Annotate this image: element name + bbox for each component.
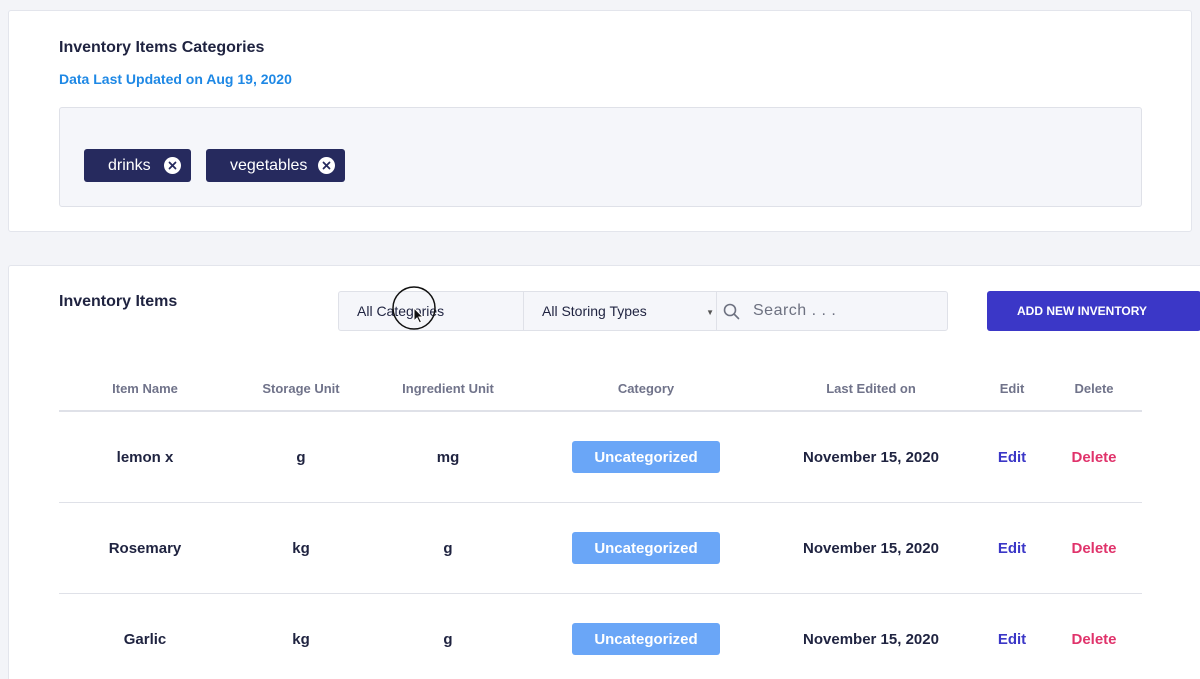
column-header: Item Name	[112, 380, 178, 396]
data-updated-text: Data Last Updated on Aug 19, 2020	[59, 71, 292, 87]
category-cell: Uncategorized	[525, 412, 767, 502]
filter-bar: All Categories All Storing Types ▼	[338, 291, 948, 331]
last-edited-cell: November 15, 2020	[803, 448, 939, 466]
edit-link[interactable]: Edit	[998, 631, 1026, 648]
category-select-value: All Categories	[357, 303, 445, 319]
column-header: Delete	[1074, 380, 1114, 396]
table-row: lemon x g mg Uncategorized November 15, …	[59, 412, 1142, 503]
edit-link[interactable]: Edit	[998, 540, 1026, 557]
search-box	[717, 292, 947, 330]
table-row: Garlic kg g Uncategorized November 15, 2…	[59, 594, 1142, 679]
close-circle-icon[interactable]	[164, 157, 181, 174]
column-header: Last Edited on	[826, 380, 916, 396]
inventory-table: Item Name Storage Unit Ingredient Unit C…	[59, 366, 1142, 679]
close-circle-icon[interactable]	[318, 157, 335, 174]
category-badge: Uncategorized	[572, 532, 720, 564]
delete-link[interactable]: Delete	[1071, 631, 1116, 648]
category-tag-label: vegetables	[230, 156, 308, 174]
category-cell: Uncategorized	[525, 503, 767, 593]
category-badge: Uncategorized	[572, 623, 720, 655]
ingredient-unit-cell: mg	[436, 448, 460, 466]
edit-link[interactable]: Edit	[998, 449, 1026, 466]
storing-type-select-value: All Storing Types	[542, 303, 647, 319]
add-new-inventory-button[interactable]: ADD NEW INVENTORY	[987, 291, 1200, 331]
edit-cell: Edit	[975, 503, 1049, 593]
category-select[interactable]: All Categories	[339, 292, 524, 330]
table-row: Rosemary kg g Uncategorized November 15,…	[59, 503, 1142, 594]
edit-cell: Edit	[975, 412, 1049, 502]
item-name-cell: Garlic	[123, 630, 167, 648]
storage-unit-cell: kg	[292, 630, 310, 648]
ingredient-unit-cell: g	[443, 630, 453, 648]
last-edited-cell: November 15, 2020	[803, 630, 939, 648]
item-name-cell: Rosemary	[108, 539, 182, 557]
storing-type-select[interactable]: All Storing Types ▼	[524, 292, 717, 330]
category-tag: vegetables	[206, 149, 345, 182]
inventory-items-title: Inventory Items	[59, 293, 178, 310]
search-input[interactable]	[753, 296, 943, 326]
categories-card: Inventory Items Categories Data Last Upd…	[8, 10, 1192, 232]
column-header: Edit	[999, 380, 1025, 396]
category-cell: Uncategorized	[525, 594, 767, 679]
column-header: Category	[617, 380, 675, 396]
delete-cell: Delete	[1049, 503, 1139, 593]
edit-cell: Edit	[975, 594, 1049, 679]
search-icon	[723, 303, 740, 325]
category-tag-label: drinks	[108, 156, 151, 174]
delete-link[interactable]: Delete	[1071, 449, 1116, 466]
delete-cell: Delete	[1049, 594, 1139, 679]
storage-unit-cell: g	[296, 448, 306, 466]
category-tags-box: drinks vegetables	[59, 107, 1142, 207]
ingredient-unit-cell: g	[443, 539, 453, 557]
category-badge: Uncategorized	[572, 441, 720, 473]
storage-unit-cell: kg	[292, 539, 310, 557]
column-header: Ingredient Unit	[402, 380, 494, 396]
column-header: Storage Unit	[262, 380, 340, 396]
categories-title: Inventory Items Categories	[59, 39, 265, 56]
last-edited-cell: November 15, 2020	[803, 539, 939, 557]
category-tag: drinks	[84, 149, 191, 182]
table-header: Item Name Storage Unit Ingredient Unit C…	[59, 366, 1142, 412]
item-name-cell: lemon x	[116, 448, 174, 466]
inventory-items-card: Inventory Items All Categories All Stori…	[8, 265, 1200, 679]
delete-cell: Delete	[1049, 412, 1139, 502]
delete-link[interactable]: Delete	[1071, 540, 1116, 557]
chevron-down-icon: ▼	[706, 308, 714, 317]
